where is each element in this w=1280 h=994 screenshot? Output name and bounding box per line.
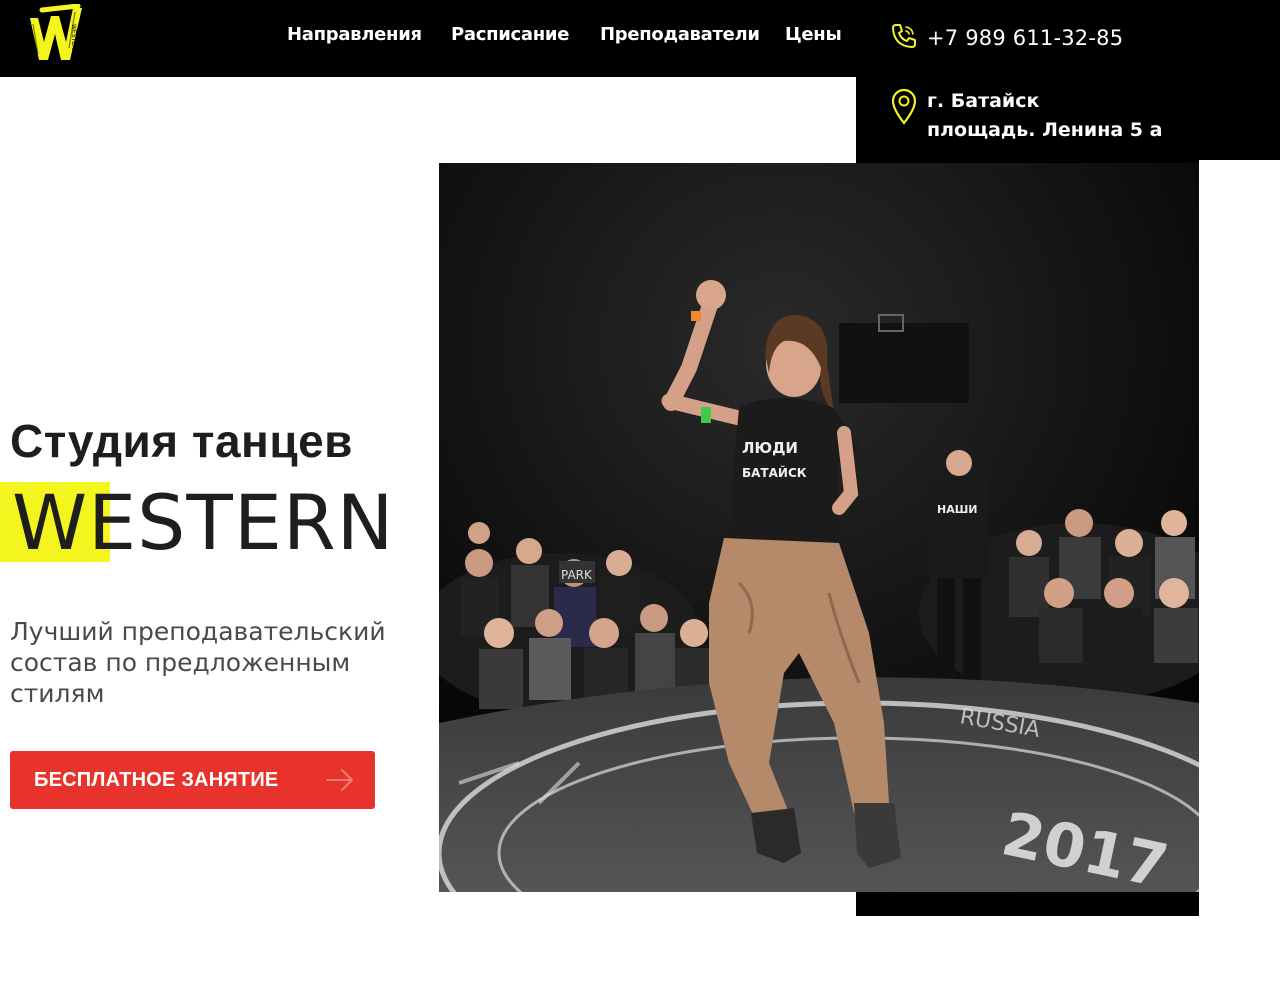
hero-subtitle: Лучший преподавательский состав по предл… xyxy=(10,617,386,708)
photo-shirt-text-1: ЛЮДИ xyxy=(742,439,798,457)
nav-item-directions[interactable]: Направления xyxy=(287,24,422,45)
hero-brand-block: WESTERN xyxy=(0,478,420,567)
phone-number[interactable]: +7 989 611-32-85 xyxy=(927,26,1123,50)
photo-banner-text: PARK xyxy=(561,568,593,582)
address-city: г. Батайск xyxy=(927,90,1040,112)
photo-shirt-text-bg: НАШИ xyxy=(937,503,978,516)
free-lesson-button-label: БЕСПЛАТНОЕ ЗАНЯТИЕ xyxy=(34,768,279,791)
nav-item-teachers[interactable]: Преподаватели xyxy=(600,24,760,45)
arrow-right-icon xyxy=(325,767,355,793)
free-lesson-button[interactable]: БЕСПЛАТНОЕ ЗАНЯТИЕ xyxy=(10,751,375,809)
address-street: площадь. Ленина 5 а xyxy=(927,119,1163,141)
map-pin-icon xyxy=(890,87,918,145)
svg-text:WESTERN: WESTERN xyxy=(70,24,77,54)
logo[interactable]: WESTERN xyxy=(28,3,84,62)
hero-brand-name: WESTERN xyxy=(12,478,395,567)
address-contact: г. Батайск площадь. Ленина 5 а xyxy=(890,87,1162,145)
nav-item-prices[interactable]: Цены xyxy=(785,24,842,45)
nav-item-schedule[interactable]: Расписание xyxy=(451,24,569,45)
page-background-strip xyxy=(1199,160,1280,916)
hero-photo: PARK НАШИ 2017 RUSSIA ЛЮДИ БАТАЙСК xyxy=(439,163,1199,892)
phone-contact[interactable]: +7 989 611-32-85 xyxy=(890,22,1123,54)
photo-shirt-text-2: БАТАЙСК xyxy=(742,465,807,480)
phone-icon xyxy=(890,22,918,55)
hero-title: Студия танцев xyxy=(10,415,353,467)
